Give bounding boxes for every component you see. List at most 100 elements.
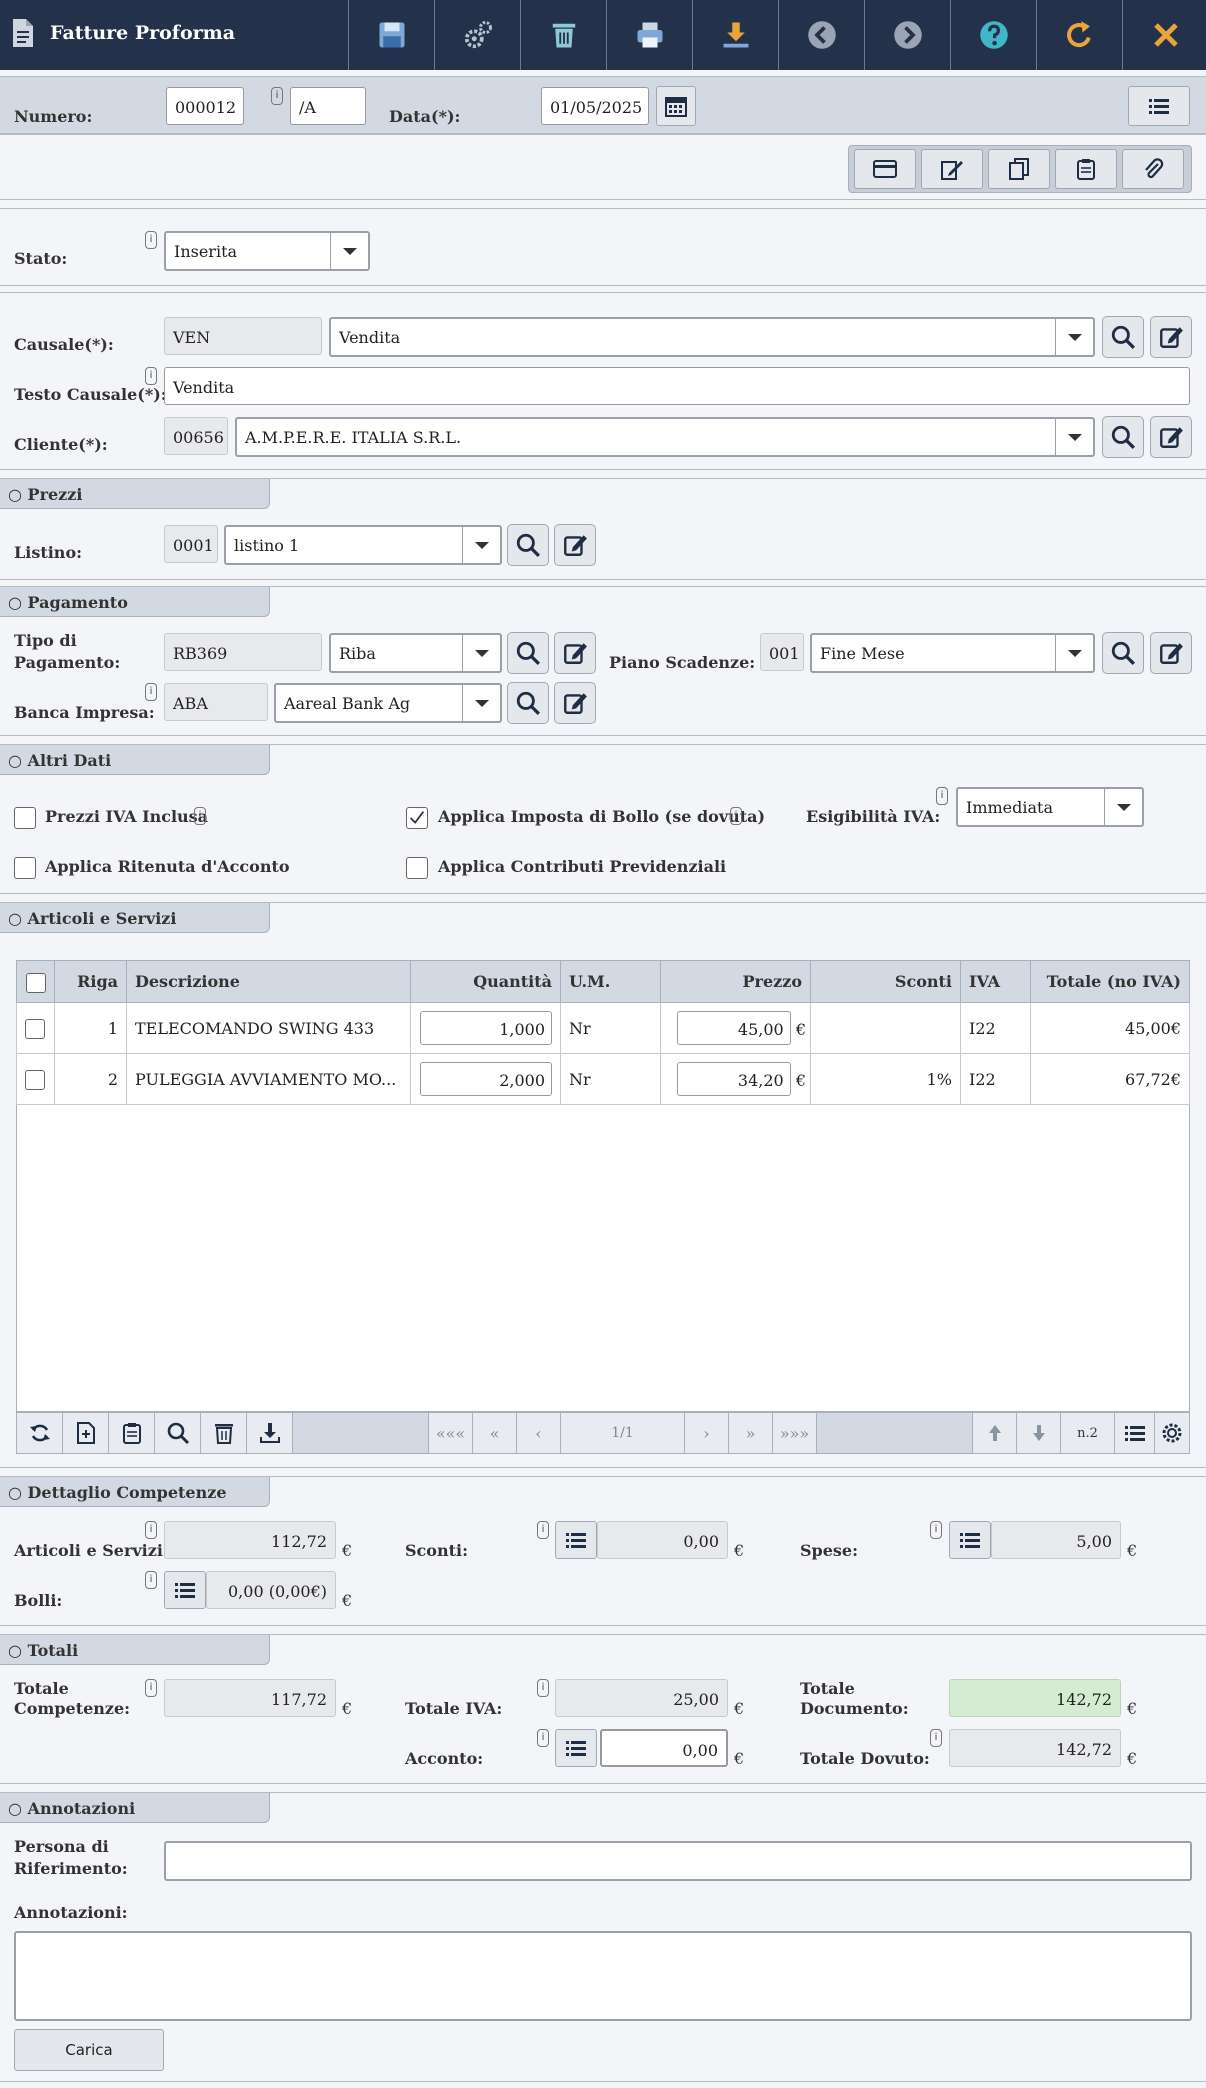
- info-icon[interactable]: i: [145, 367, 157, 385]
- cliente-edit-button[interactable]: [1150, 416, 1192, 458]
- piano-edit-button[interactable]: [1150, 632, 1192, 674]
- row-checkbox[interactable]: [25, 1019, 45, 1039]
- tipo-search-button[interactable]: [507, 632, 549, 674]
- grid-columns-button[interactable]: [1115, 1413, 1155, 1453]
- info-icon[interactable]: i: [271, 87, 283, 105]
- carica-button[interactable]: Carica: [14, 2029, 164, 2071]
- tipo-pagamento-select[interactable]: Riba: [329, 633, 502, 673]
- next-button[interactable]: [864, 0, 950, 70]
- sign-button[interactable]: [921, 149, 983, 189]
- attach-button[interactable]: [1122, 149, 1184, 189]
- numero-input[interactable]: 000012: [166, 87, 244, 125]
- info-icon[interactable]: i: [194, 807, 206, 825]
- pager-next[interactable]: ›: [685, 1413, 729, 1453]
- esigibilita-select[interactable]: Immediata: [956, 787, 1144, 827]
- ritenuta-checkbox[interactable]: [14, 857, 36, 879]
- listino-edit-button[interactable]: [554, 524, 596, 566]
- select-all-checkbox[interactable]: [25, 972, 46, 993]
- download-button[interactable]: [692, 0, 778, 70]
- banca-edit-button[interactable]: [554, 682, 596, 724]
- move-up-button[interactable]: [973, 1413, 1017, 1453]
- pager-prev[interactable]: ‹: [517, 1413, 561, 1453]
- bolli-list-button[interactable]: [164, 1571, 206, 1609]
- delete-button[interactable]: [520, 0, 606, 70]
- card-button[interactable]: [854, 149, 916, 189]
- info-icon[interactable]: i: [145, 683, 157, 701]
- grid-add-button[interactable]: [63, 1413, 109, 1453]
- grid-export-button[interactable]: [247, 1413, 293, 1453]
- piano-search-button[interactable]: [1102, 632, 1144, 674]
- contributi-checkbox[interactable]: [406, 857, 428, 879]
- acconto-input[interactable]: 0,00: [600, 1729, 728, 1767]
- grid-clipboard-button[interactable]: [109, 1413, 155, 1453]
- move-down-button[interactable]: [1017, 1413, 1061, 1453]
- table-row[interactable]: 1 TELECOMANDO SWING 433 1,000 Nr 45,00 €…: [16, 1002, 1190, 1054]
- calendar-button[interactable]: [656, 86, 696, 126]
- grid-delete-button[interactable]: [201, 1413, 247, 1453]
- price-input[interactable]: 45,00: [676, 1011, 791, 1045]
- causale-search-button[interactable]: [1102, 316, 1144, 358]
- pager-first[interactable]: «««: [429, 1413, 473, 1453]
- banca-select[interactable]: Aareal Bank Ag: [274, 683, 502, 723]
- row-checkbox[interactable]: [25, 1070, 45, 1090]
- help-button[interactable]: [950, 0, 1036, 70]
- pager-last[interactable]: »»»: [773, 1413, 817, 1453]
- pager-next-block[interactable]: »: [729, 1413, 773, 1453]
- grid-search-button[interactable]: [155, 1413, 201, 1453]
- sconti-list-button[interactable]: [555, 1521, 597, 1559]
- grid-refresh-button[interactable]: [17, 1413, 63, 1453]
- date-input[interactable]: 01/05/2025: [541, 87, 649, 125]
- grid-settings-button[interactable]: [1155, 1413, 1189, 1453]
- acconto-list-button[interactable]: [555, 1729, 597, 1767]
- info-icon[interactable]: i: [537, 1679, 549, 1697]
- tipo-edit-button[interactable]: [554, 632, 596, 674]
- info-icon[interactable]: i: [537, 1521, 549, 1539]
- info-icon[interactable]: i: [145, 1571, 157, 1589]
- col-descrizione[interactable]: Descrizione: [126, 960, 411, 1003]
- price-input[interactable]: 34,20: [676, 1062, 791, 1096]
- col-um[interactable]: U.M.: [560, 960, 661, 1003]
- quantity-input[interactable]: 1,000: [420, 1011, 552, 1045]
- info-icon[interactable]: i: [145, 231, 157, 249]
- col-quantita[interactable]: Quantità: [410, 960, 561, 1003]
- refresh-button[interactable]: [1036, 0, 1122, 70]
- menu-button[interactable]: [1128, 86, 1190, 126]
- persona-input[interactable]: [164, 1841, 1192, 1881]
- col-sconti[interactable]: Sconti: [810, 960, 961, 1003]
- info-icon[interactable]: i: [930, 1729, 942, 1747]
- select-all-cell[interactable]: [16, 960, 55, 1003]
- table-row[interactable]: 2 PULEGGIA AVVIAMENTO MO... 2,000 Nr 34,…: [16, 1053, 1190, 1105]
- col-totale[interactable]: Totale (no IVA): [1030, 960, 1190, 1003]
- iva-inclusa-checkbox[interactable]: [14, 807, 36, 829]
- info-icon[interactable]: i: [730, 807, 742, 825]
- listino-select[interactable]: listino 1: [224, 525, 502, 565]
- info-icon[interactable]: i: [930, 1521, 942, 1539]
- cliente-select[interactable]: A.M.P.E.R.E. ITALIA S.R.L.: [235, 417, 1095, 457]
- save-button[interactable]: [348, 0, 434, 70]
- banca-search-button[interactable]: [507, 682, 549, 724]
- bollo-checkbox[interactable]: [406, 807, 428, 829]
- copy-button[interactable]: [988, 149, 1050, 189]
- previous-button[interactable]: [778, 0, 864, 70]
- col-iva[interactable]: IVA: [960, 960, 1031, 1003]
- annotazioni-textarea[interactable]: [14, 1931, 1192, 2021]
- quantity-input[interactable]: 2,000: [420, 1062, 552, 1096]
- piano-select[interactable]: Fine Mese: [810, 633, 1095, 673]
- causale-edit-button[interactable]: [1150, 316, 1192, 358]
- spese-list-button[interactable]: [949, 1521, 991, 1559]
- info-icon[interactable]: i: [537, 1729, 549, 1747]
- info-icon[interactable]: i: [145, 1679, 157, 1697]
- stato-select[interactable]: Inserita: [164, 231, 370, 271]
- settings-button[interactable]: [434, 0, 520, 70]
- close-button[interactable]: [1122, 0, 1206, 70]
- col-riga[interactable]: Riga: [54, 960, 127, 1003]
- causale-select[interactable]: Vendita: [329, 317, 1095, 357]
- print-button[interactable]: [606, 0, 692, 70]
- pager-prev-block[interactable]: «: [473, 1413, 517, 1453]
- cliente-search-button[interactable]: [1102, 416, 1144, 458]
- suffix-input[interactable]: /A: [290, 87, 366, 125]
- col-prezzo[interactable]: Prezzo: [660, 960, 811, 1003]
- clipboard-button[interactable]: [1055, 149, 1117, 189]
- testo-causale-input[interactable]: Vendita: [164, 367, 1190, 405]
- listino-search-button[interactable]: [507, 524, 549, 566]
